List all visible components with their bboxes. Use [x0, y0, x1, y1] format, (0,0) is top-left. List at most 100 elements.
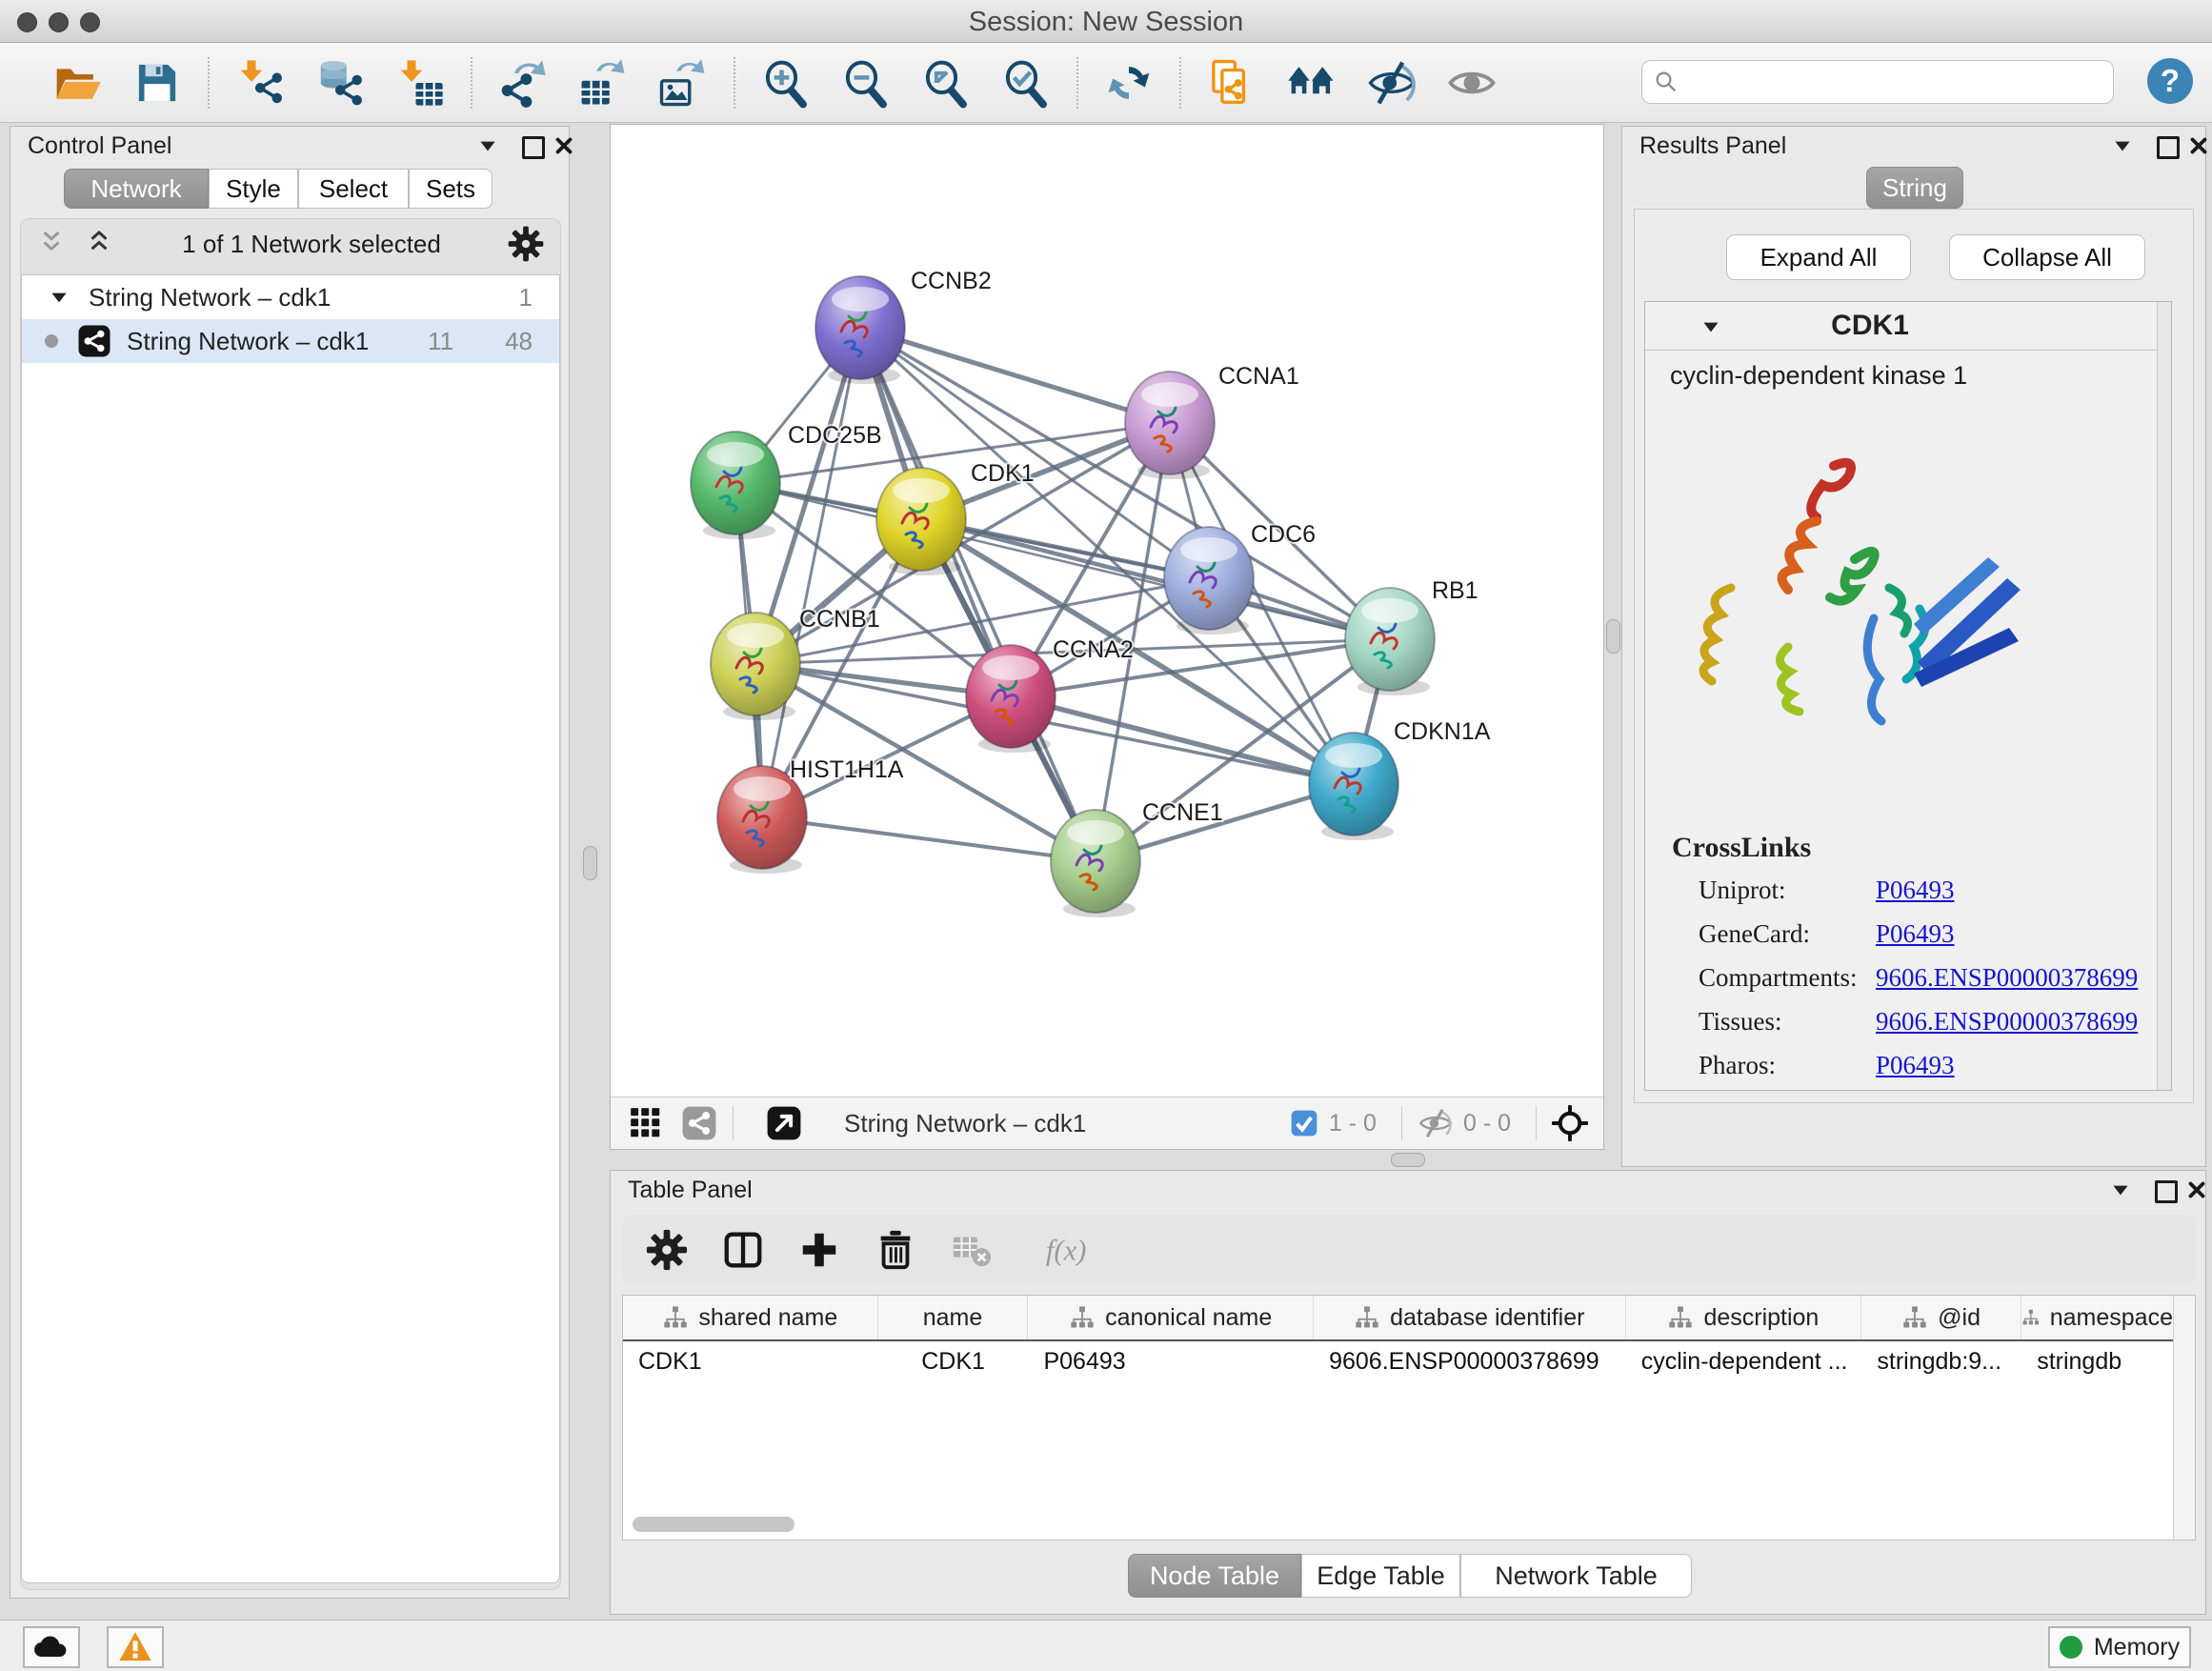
tab-network[interactable]: Network [64, 169, 209, 209]
expand-all-networks-icon[interactable] [82, 227, 116, 261]
add-column-icon[interactable] [797, 1228, 841, 1272]
float-panel-icon[interactable] [475, 133, 500, 158]
network-share-icon[interactable] [681, 1105, 717, 1141]
export-network-icon[interactable] [497, 57, 549, 109]
import-network-database-icon[interactable] [314, 57, 366, 109]
table-cell[interactable]: 9606.ENSP00000378699 [1314, 1341, 1626, 1381]
close-panel-icon[interactable] [552, 133, 576, 158]
crosslink-link[interactable]: P06493 [1876, 1051, 1955, 1080]
column-header-namespace[interactable]: namespace [2021, 1296, 2174, 1339]
protein-section-header[interactable]: CDK1 [1645, 302, 2171, 351]
node-table: shared namenamecanonical namedatabase id… [622, 1295, 2196, 1540]
help-button[interactable]: ? [2147, 58, 2193, 104]
tab-edge-table[interactable]: Edge Table [1301, 1554, 1460, 1598]
float-panel-icon[interactable] [2108, 1178, 2133, 1202]
maximize-panel-icon[interactable] [2157, 136, 2180, 159]
import-network-file-icon[interactable] [234, 57, 286, 109]
table-cell[interactable]: CDK1 [623, 1341, 878, 1381]
column-header-description[interactable]: description [1626, 1296, 1862, 1339]
column-header--id[interactable]: @id [1861, 1296, 2021, 1339]
table-cell[interactable]: P06493 [1028, 1341, 1314, 1381]
network-canvas[interactable]: CCNB2CCNA1CDC25BCDK1CDC6RB1CCNB1CCNA2CDK… [611, 125, 1603, 1097]
collapse-all-button[interactable]: Collapse All [1949, 234, 2145, 280]
network-node-CCNB1[interactable]: CCNB1 [711, 606, 880, 720]
hidden-eye-icon[interactable] [1418, 1105, 1454, 1141]
column-header-database-identifier[interactable]: database identifier [1314, 1296, 1626, 1339]
apply-layout-icon[interactable] [1103, 57, 1155, 109]
network-options-gear-icon[interactable] [507, 225, 545, 263]
network-row[interactable]: String Network – cdk1 11 48 [22, 319, 559, 363]
crosslink-row: GeneCard:P06493 [1645, 914, 2152, 957]
close-panel-icon[interactable] [2186, 133, 2211, 158]
show-all-icon[interactable] [1446, 57, 1498, 109]
network-node-CDKN1A[interactable]: CDKN1A [1309, 718, 1491, 840]
column-header-shared-name[interactable]: shared name [623, 1296, 878, 1339]
network-graph[interactable]: CCNB2CCNA1CDC25BCDK1CDC6RB1CCNB1CCNA2CDK… [611, 125, 1603, 1097]
table-row[interactable]: CDK1CDK1P064939606.ENSP00000378699cyclin… [623, 1341, 2174, 1381]
zoom-in-icon[interactable] [760, 57, 812, 109]
results-scrollbar[interactable] [2157, 302, 2171, 1090]
grid-view-icon[interactable] [628, 1105, 664, 1141]
birds-eye-view-icon[interactable] [766, 1105, 802, 1141]
network-node-HIST1H1A[interactable]: HIST1H1A [717, 756, 904, 874]
collapse-all-networks-icon[interactable] [34, 227, 69, 261]
tab-select[interactable]: Select [298, 169, 409, 209]
export-image-icon[interactable] [657, 57, 709, 109]
first-neighbors-icon[interactable] [1286, 57, 1337, 109]
table-vertical-scrollbar[interactable] [2173, 1296, 2195, 1540]
crosslink-link[interactable]: 9606.ENSP00000378699 [1876, 963, 2138, 993]
crosslink-link[interactable]: 9606.ENSP00000378699 [1876, 1007, 2138, 1037]
tab-network-table[interactable]: Network Table [1460, 1554, 1692, 1598]
warnings-button[interactable] [107, 1626, 164, 1668]
zoom-out-icon[interactable] [840, 57, 892, 109]
tab-string[interactable]: String [1866, 167, 1963, 209]
import-table-file-icon[interactable] [394, 57, 446, 109]
save-session-icon[interactable] [131, 57, 183, 109]
maximize-panel-icon[interactable] [522, 136, 545, 159]
crosslink-link[interactable]: P06493 [1876, 876, 1955, 905]
close-panel-icon[interactable] [2184, 1178, 2209, 1202]
zoom-selected-icon[interactable] [1000, 57, 1052, 109]
export-table-icon[interactable] [577, 57, 629, 109]
network-node-RB1[interactable]: RB1 [1345, 577, 1478, 695]
crosslink-label: Pharos: [1699, 1051, 1776, 1080]
expand-all-button[interactable]: Expand All [1726, 234, 1911, 280]
network-node-CCNE1[interactable]: CCNE1 [1051, 799, 1223, 917]
network-collection-row[interactable]: String Network – cdk1 1 [22, 275, 559, 319]
network-node-CCNA1[interactable]: CCNA1 [1125, 363, 1299, 479]
search-field[interactable] [1641, 60, 2114, 104]
network-edge[interactable] [762, 328, 860, 817]
tab-style[interactable]: Style [209, 169, 298, 209]
hide-selected-icon[interactable] [1366, 57, 1418, 109]
center-view-icon[interactable] [1552, 1105, 1588, 1141]
show-columns-icon[interactable] [721, 1228, 765, 1272]
open-session-icon[interactable] [51, 57, 103, 109]
float-panel-icon[interactable] [2110, 133, 2135, 158]
tab-sets[interactable]: Sets [409, 169, 493, 209]
delete-column-icon[interactable] [874, 1228, 917, 1272]
table-cell[interactable]: cyclin-dependent ... [1626, 1341, 1862, 1381]
collection-expand-icon[interactable] [47, 285, 71, 310]
network-node-CDC6[interactable]: CDC6 [1164, 521, 1316, 634]
column-header-name[interactable]: name [878, 1296, 1029, 1339]
memory-button[interactable]: Memory [2048, 1626, 2191, 1668]
zoom-fit-icon[interactable] [920, 57, 972, 109]
tab-node-table[interactable]: Node Table [1128, 1554, 1301, 1598]
table-cell[interactable]: stringdb:9... [1861, 1341, 2021, 1381]
table-options-gear-icon[interactable] [645, 1228, 689, 1272]
bottom-splitter-handle[interactable] [1391, 1153, 1425, 1167]
table-horizontal-scrollbar[interactable] [633, 1517, 794, 1532]
crosslink-link[interactable]: P06493 [1876, 919, 1955, 949]
left-splitter-handle[interactable] [583, 846, 597, 880]
table-cell[interactable]: stringdb [2021, 1341, 2174, 1381]
table-cell[interactable]: CDK1 [878, 1341, 1029, 1381]
cloud-button[interactable] [23, 1626, 80, 1668]
network-edge[interactable] [762, 817, 1096, 861]
right-splitter-handle[interactable] [1606, 619, 1620, 654]
selected-checkbox-icon[interactable] [1289, 1108, 1319, 1138]
maximize-panel-icon[interactable] [2155, 1180, 2178, 1203]
clone-network-icon[interactable] [1206, 57, 1257, 109]
search-input[interactable] [1680, 68, 2103, 96]
column-header-canonical-name[interactable]: canonical name [1028, 1296, 1314, 1339]
network-edge[interactable] [860, 328, 1170, 423]
